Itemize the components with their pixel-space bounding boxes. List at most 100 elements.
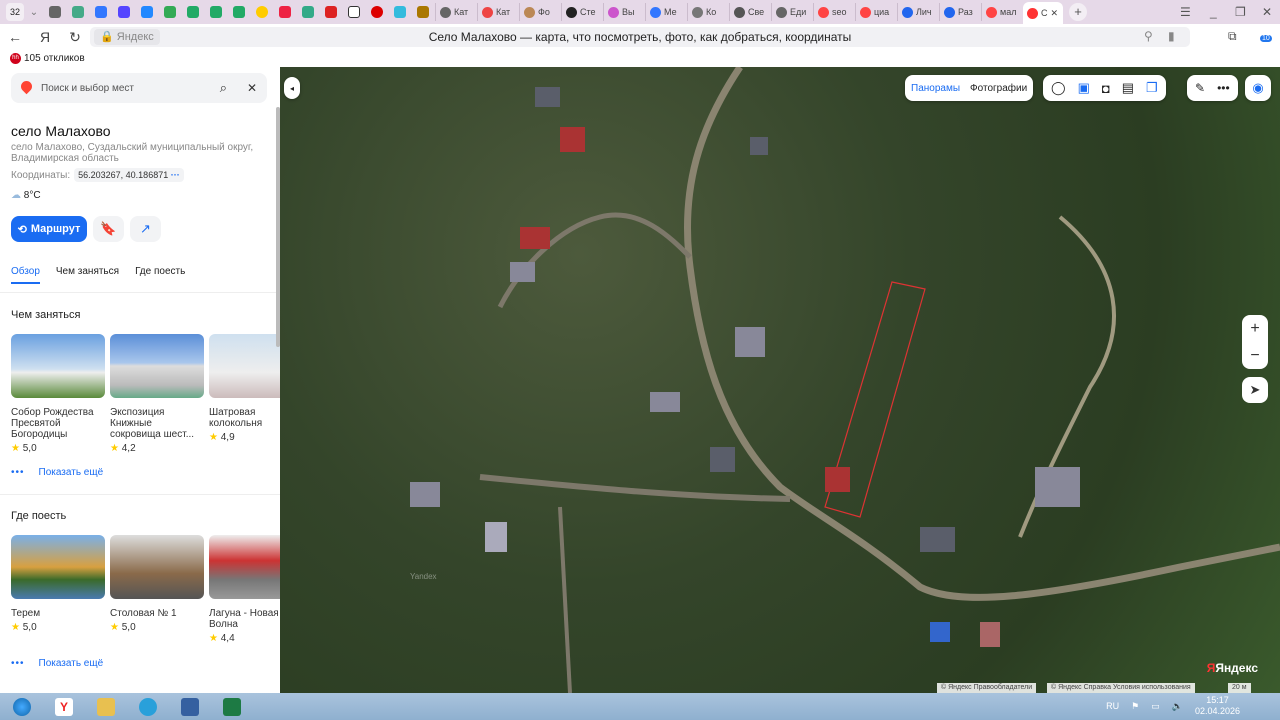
bookmark-item[interactable]: 105 откликов [24,53,85,64]
restore-button[interactable]: ❐ [1235,0,1246,24]
geolocation-button[interactable]: ➤ [1242,377,1268,403]
search-icon[interactable]: ⌕ [220,80,227,96]
tab[interactable]: Ме [645,3,685,21]
pinned-tab[interactable] [182,3,203,21]
pinned-tab[interactable] [44,3,65,21]
share-button[interactable]: ↗ [130,216,161,242]
pinned-tab[interactable] [251,3,272,21]
tab[interactable]: seo [813,3,853,21]
tab[interactable]: Кат [477,3,517,21]
copyright-links[interactable]: © Яндекс Справка Условия использования [1047,683,1195,693]
bookmark-icon[interactable]: ▮ [1168,29,1175,43]
pinned-tab[interactable] [320,3,341,21]
explorer-icon[interactable] [88,695,124,719]
excel-icon[interactable] [214,695,250,719]
tab-where-to-eat[interactable]: Где поесть [135,266,185,284]
pinned-tab[interactable] [412,3,433,21]
app-icon[interactable] [172,695,208,719]
bookmark-button[interactable]: 🔖 [93,216,124,242]
pinned-tab[interactable] [228,3,249,21]
pinned-tab[interactable] [366,3,387,21]
tab-active[interactable]: С ✕ [1023,2,1063,24]
logo-text: Яндекс [1215,661,1258,675]
zoom-in-button[interactable]: + [1242,315,1268,342]
card-title: Шатровая колокольня [209,407,263,429]
pinned-tab[interactable] [389,3,410,21]
route-button[interactable]: ⟲ Маршрут [11,216,87,242]
more-icon[interactable]: ··· [171,170,180,180]
network-icon[interactable]: ⚑ [1131,701,1139,712]
location-icon[interactable]: ⚲ [1144,29,1153,43]
tab[interactable]: Сте [561,3,601,21]
language-indicator[interactable]: RU [1106,701,1119,711]
extensions-icon[interactable]: ⧉ [1228,29,1237,44]
transport-icon[interactable]: ▤ [1122,80,1134,96]
show-more-label: Показать ещё [38,658,104,669]
telegram-icon[interactable] [130,695,166,719]
show-more-link[interactable]: ••• Показать ещё [11,658,117,669]
tab[interactable]: Кат [435,3,475,21]
tab-label: Кат [454,7,469,17]
place-card[interactable]: Лагуна - Новая Волна ★ 4,4 [209,535,280,644]
camera-icon[interactable]: ◘ [1102,81,1110,96]
tab[interactable]: мал [981,3,1021,21]
tab[interactable]: Фо [519,3,559,21]
place-card[interactable]: Собор Рождества Пресвятой Богородицы ★ 5,… [11,334,105,454]
pinned-tab[interactable] [274,3,295,21]
more-icon[interactable]: ••• [1217,81,1230,95]
tab[interactable]: Еди [771,3,811,21]
map-book-icon[interactable]: ▣ [1078,80,1090,96]
place-card[interactable]: Столовая № 1 ★ 5,0 [110,535,204,644]
tab-things-to-do[interactable]: Чем заняться [56,266,119,284]
tab-overview[interactable]: Обзор [11,266,40,284]
layers-icon[interactable]: ◯ [1051,80,1066,96]
yandex-browser-icon[interactable]: Y [46,695,82,719]
new-tab-button[interactable]: + [1069,3,1087,21]
layers-stack-icon[interactable]: ❐ [1146,80,1158,96]
card-rating: ★ 4,9 [209,432,280,443]
chevron-down-icon[interactable]: ⌄ [26,7,42,18]
display-icon[interactable]: ▭ [1151,701,1160,712]
pinned-tab[interactable] [343,3,364,21]
card-image [209,535,280,599]
tab-counter[interactable]: 32 [6,3,24,21]
pinned-tab[interactable] [136,3,157,21]
close-icon[interactable]: ✕ [247,81,257,95]
panoramas-button[interactable]: Панорамы [911,83,960,94]
weather: ☁ 8°C [11,190,41,201]
close-tab-icon[interactable]: ✕ [1051,8,1059,19]
tab[interactable]: циа [855,3,895,21]
profile-icon[interactable]: ◉ [1245,75,1271,101]
copyright[interactable]: © Яндекс Правообладатели [937,683,1037,693]
coords-value[interactable]: 56.203267, 40.186871 ··· [74,168,184,182]
minimize-button[interactable]: _ [1210,0,1217,24]
photos-button[interactable]: Фотографии [970,83,1027,94]
clock[interactable]: 15:17 02.04.2026 [1195,695,1240,717]
zoom-out-button[interactable]: − [1242,342,1268,369]
pinned-tab[interactable] [113,3,134,21]
place-card[interactable]: Шатровая колокольня ★ 4,9 [209,334,280,454]
menu-icon[interactable]: ☰ [1180,0,1191,24]
satellite-map[interactable]: ◂ Панорамы Фотографии ◯ ▣ ◘ ▤ ❐ ✎ ••• ◉ … [280,67,1280,693]
collapse-sidebar-button[interactable]: ◂ [284,77,300,99]
volume-icon[interactable]: 🔈 [1172,701,1183,712]
pinned-tab[interactable] [67,3,88,21]
close-window-button[interactable]: ✕ [1262,0,1272,24]
tab[interactable]: Лич [897,3,937,21]
tab[interactable]: Ко [687,3,727,21]
place-card[interactable]: Экспозиция Книжные сокровища шест... ★ 4,… [110,334,204,454]
search-input[interactable]: Поиск и выбор мест ⌕ ✕ [11,73,267,103]
ruler-icon[interactable]: ✎ [1195,81,1205,95]
pinned-tab[interactable] [159,3,180,21]
zoom-controls: + − [1242,315,1268,369]
tab[interactable]: Све [729,3,769,21]
tab[interactable]: Вы [603,3,643,21]
pinned-tab[interactable] [90,3,111,21]
start-button[interactable] [4,695,40,719]
show-more-link[interactable]: ••• Показать ещё [11,467,117,478]
downloads-badge[interactable]: 10 [1260,35,1272,42]
tab[interactable]: Раз [939,3,979,21]
pinned-tab[interactable] [205,3,226,21]
pinned-tab[interactable] [297,3,318,21]
place-card[interactable]: Терем ★ 5,0 [11,535,105,644]
